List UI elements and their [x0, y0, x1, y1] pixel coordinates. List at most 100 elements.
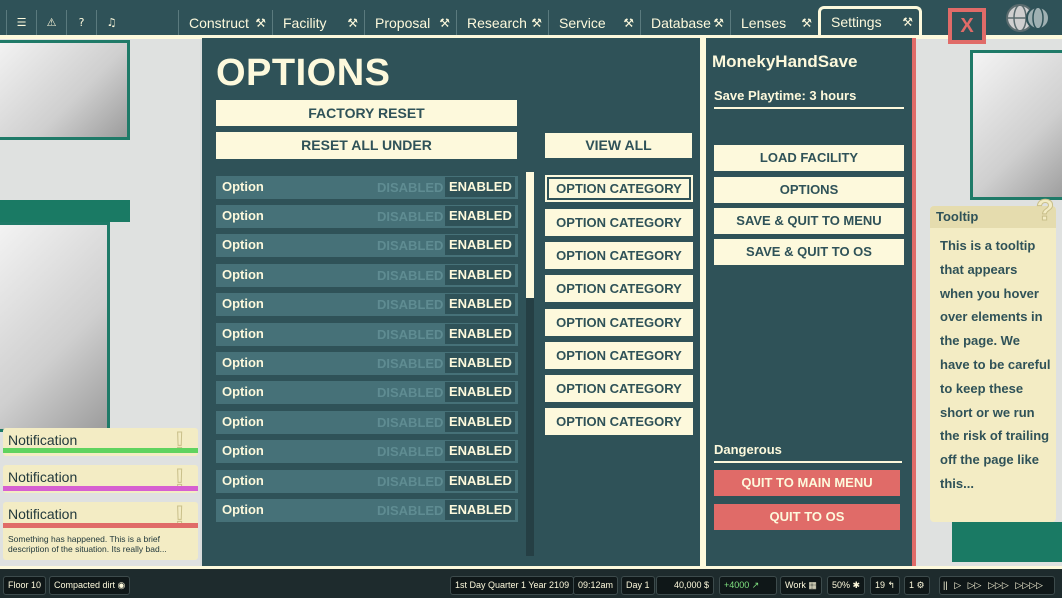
options-button[interactable]: OPTIONS — [714, 177, 904, 203]
factory-reset-button[interactable]: FACTORY RESET — [216, 100, 517, 126]
option-enabled-toggle[interactable]: ENABLED — [445, 441, 515, 461]
percent-value: 50% — [832, 580, 851, 590]
tab-lenses[interactable]: Lenses ⚒ — [730, 10, 818, 36]
option-enabled-toggle[interactable]: ENABLED — [445, 382, 515, 402]
option-enabled-toggle[interactable]: ENABLED — [445, 294, 515, 314]
option-category-button[interactable]: OPTION CATEGORY — [545, 375, 693, 402]
option-enabled-toggle[interactable]: ENABLED — [445, 206, 515, 226]
fastest-button[interactable]: ▷▷▷▷ — [1015, 580, 1043, 590]
floor-indicator[interactable]: Floor 10 — [3, 576, 47, 595]
list-icon[interactable]: ☰ — [6, 10, 36, 36]
count-a-display[interactable]: 19 ↰ — [870, 576, 901, 595]
pause-button[interactable]: || — [943, 580, 948, 590]
calendar-icon: ▦ — [808, 580, 817, 590]
option-disabled-toggle[interactable]: DISABLED — [377, 238, 443, 253]
notification[interactable]: Notification ! Something has happened. T… — [3, 500, 198, 560]
option-enabled-toggle[interactable]: ENABLED — [445, 500, 515, 520]
option-category-button[interactable]: OPTION CATEGORY — [545, 275, 693, 302]
option-disabled-toggle[interactable]: DISABLED — [377, 503, 443, 518]
option-enabled-toggle[interactable]: ENABLED — [445, 471, 515, 491]
building-window — [0, 222, 110, 432]
money-display[interactable]: 40,000 $ — [656, 576, 714, 595]
option-enabled-toggle[interactable]: ENABLED — [445, 177, 515, 197]
date-display: 1st Day Quarter 1 Year 2109 — [450, 576, 575, 595]
work-display[interactable]: Work ▦ — [780, 576, 822, 595]
save-panel: MonekyHandSave Save Playtime: 3 hours LO… — [706, 38, 912, 566]
save-quit-os-button[interactable]: SAVE & QUIT TO OS — [714, 239, 904, 265]
option-category-button[interactable]: OPTION CATEGORY — [545, 309, 693, 336]
option-disabled-toggle[interactable]: DISABLED — [377, 268, 443, 283]
percent-display[interactable]: 50% ✱ — [827, 576, 866, 595]
person-icon: ↰ — [887, 580, 896, 590]
tab-research[interactable]: Research ⚒ — [456, 10, 548, 36]
count-b-display[interactable]: 1 ⚙ — [904, 576, 930, 595]
tab-label: Lenses — [741, 15, 787, 31]
option-category-button[interactable]: OPTION CATEGORY — [545, 408, 693, 435]
option-category-button[interactable]: OPTION CATEGORY — [545, 342, 693, 369]
option-disabled-toggle[interactable]: DISABLED — [377, 327, 443, 342]
option-category-button[interactable]: OPTION CATEGORY — [545, 209, 693, 236]
option-label: Option — [222, 179, 264, 194]
option-enabled-toggle[interactable]: ENABLED — [445, 235, 515, 255]
faster-button[interactable]: ▷▷▷ — [988, 580, 1009, 590]
option-enabled-toggle[interactable]: ENABLED — [445, 265, 515, 285]
option-disabled-toggle[interactable]: DISABLED — [377, 297, 443, 312]
warning-icon[interactable]: ⚠ — [36, 10, 66, 36]
tab-facility[interactable]: Facility ⚒ — [272, 10, 364, 36]
notification-description: Something has happened. This is a brief … — [8, 534, 167, 554]
fast-forward-button[interactable]: ▷▷ — [968, 580, 982, 590]
close-button[interactable]: X — [948, 8, 986, 44]
notification[interactable]: Notification ! — [3, 426, 198, 458]
option-row: Option DISABLED ENABLED — [216, 440, 518, 463]
option-disabled-toggle[interactable]: DISABLED — [377, 385, 443, 400]
status-bar: Floor 10 Compacted dirt ◉ 1st Day Quarte… — [0, 566, 1062, 598]
income-display[interactable]: +4000 ↗ — [719, 576, 777, 595]
option-label: Option — [222, 326, 264, 341]
reset-all-under-button[interactable]: RESET ALL UNDER — [216, 132, 517, 159]
option-enabled-toggle[interactable]: ENABLED — [445, 353, 515, 373]
quit-os-button[interactable]: QUIT TO OS — [714, 504, 900, 530]
option-category-button[interactable]: OPTION CATEGORY — [545, 175, 693, 202]
option-label: Option — [222, 267, 264, 282]
terrain-indicator[interactable]: Compacted dirt ◉ — [49, 576, 131, 595]
bell-icon[interactable]: ♫ — [96, 10, 126, 36]
globe-icon[interactable] — [1004, 2, 1052, 34]
option-row: Option DISABLED ENABLED — [216, 176, 518, 199]
option-label: Option — [222, 443, 264, 458]
option-label: Option — [222, 384, 264, 399]
option-disabled-toggle[interactable]: DISABLED — [377, 415, 443, 430]
tab-database[interactable]: Database ⚒ — [640, 10, 730, 36]
notification-bar — [3, 486, 198, 491]
count-b-value: 1 — [909, 580, 915, 590]
tab-label: Service — [559, 15, 606, 31]
load-facility-button[interactable]: LOAD FACILITY — [714, 145, 904, 171]
quit-main-menu-button[interactable]: QUIT TO MAIN MENU — [714, 470, 900, 496]
tooltip-body: This is a tooltip that appears when you … — [940, 238, 1051, 491]
tooltip-title: Tooltip — [936, 209, 979, 224]
option-enabled-toggle[interactable]: ENABLED — [445, 412, 515, 432]
option-disabled-toggle[interactable]: DISABLED — [377, 180, 443, 195]
tab-proposal[interactable]: Proposal ⚒ — [364, 10, 456, 36]
hammer-icon: ⚒ — [713, 16, 724, 30]
dollar-icon: $ — [703, 580, 709, 590]
option-disabled-toggle[interactable]: DISABLED — [377, 444, 443, 459]
option-disabled-toggle[interactable]: DISABLED — [377, 356, 443, 371]
tab-label: Construct — [189, 15, 249, 31]
hammer-icon: ⚒ — [439, 16, 450, 30]
help-icon[interactable]: ? — [66, 10, 96, 36]
option-disabled-toggle[interactable]: DISABLED — [377, 209, 443, 224]
view-all-button[interactable]: VIEW ALL — [545, 133, 692, 158]
trend-up-icon: ↗ — [751, 580, 760, 590]
save-quit-menu-button[interactable]: SAVE & QUIT TO MENU — [714, 208, 904, 234]
notification[interactable]: Notification ! — [3, 463, 198, 495]
option-label: Option — [222, 208, 264, 223]
notification-bar — [3, 523, 198, 528]
tab-service[interactable]: Service ⚒ — [548, 10, 640, 36]
option-category-button[interactable]: OPTION CATEGORY — [545, 242, 693, 269]
option-enabled-toggle[interactable]: ENABLED — [445, 324, 515, 344]
scrollbar-thumb[interactable] — [526, 172, 534, 298]
option-disabled-toggle[interactable]: DISABLED — [377, 474, 443, 489]
tab-construct[interactable]: Construct ⚒ — [178, 10, 272, 36]
options-scrollbar[interactable] — [526, 172, 534, 556]
play-button[interactable]: ▷ — [954, 580, 961, 590]
